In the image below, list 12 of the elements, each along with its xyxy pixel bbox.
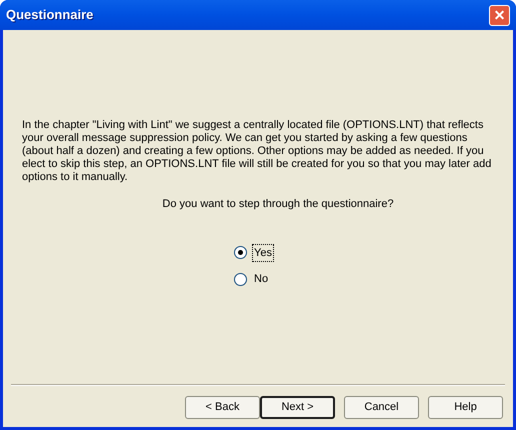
close-button[interactable]: × — [489, 4, 510, 26]
question-text: Do you want to step through the questionnaire? — [162, 197, 394, 212]
radio-button[interactable] — [234, 246, 247, 260]
radio-button[interactable] — [234, 272, 247, 286]
dialog-button[interactable]: Cancel — [344, 396, 419, 419]
dialog-button[interactable]: Help — [428, 396, 503, 419]
option-label[interactable]: No — [252, 270, 270, 288]
description-text: In the chapter "Living with Lint" we suggest a centrally located file (OPTIONS.LNT) that reflects your overall message suppression policy. We can get you started by asking a few questions (about half a dozen) and creating a few options. Other options may be added as needed. If you elect to skip this step, an OPTIONS.LNT file will still be created for you so that you may later add options to it manually. — [22, 119, 492, 184]
window-title: Questionnaire — [6, 6, 94, 24]
dialog-button[interactable]: < Back — [185, 396, 260, 419]
option-label[interactable]: Yes — [252, 244, 274, 262]
dialog-button[interactable]: Next > — [260, 396, 335, 419]
